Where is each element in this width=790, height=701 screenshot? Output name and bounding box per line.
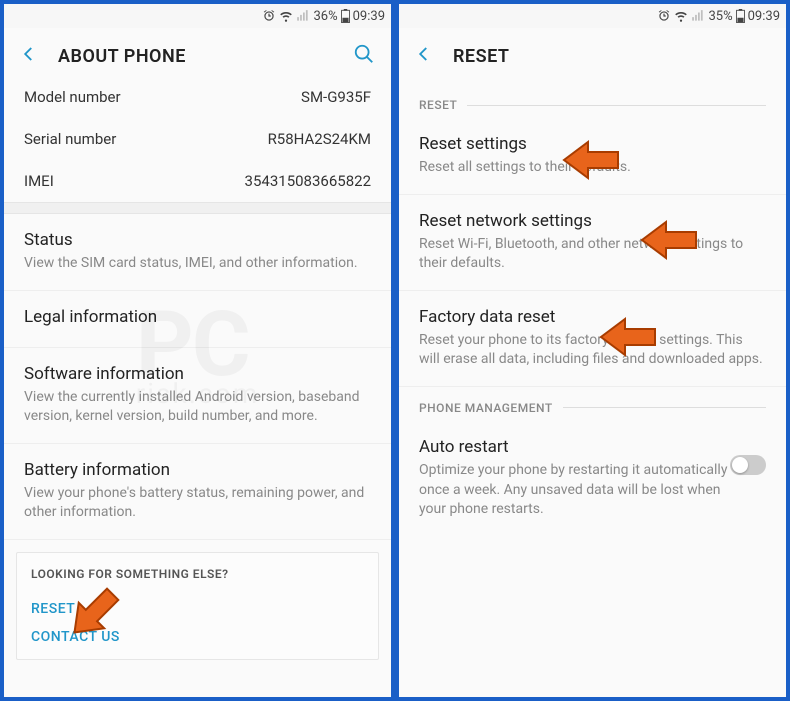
reset-network-item[interactable]: Reset network settings Reset Wi-Fi, Blue… — [399, 195, 786, 291]
model-label: Model number — [24, 88, 121, 106]
wifi-icon — [279, 9, 293, 23]
serial-label: Serial number — [24, 130, 116, 148]
reset-settings-title: Reset settings — [419, 134, 766, 154]
serial-value: R58HA2S24KM — [268, 130, 371, 148]
wifi-icon — [674, 9, 688, 23]
reset-settings-desc: Reset all settings to their defaults. — [419, 158, 766, 178]
reset-link[interactable]: RESET — [31, 595, 364, 623]
factory-reset-item[interactable]: Factory data reset Reset your phone to i… — [399, 291, 786, 387]
legal-item[interactable]: Legal information — [4, 291, 391, 348]
signal-icon — [691, 9, 705, 23]
content-area: RESET Reset settings Reset all settings … — [399, 84, 786, 697]
imei-label: IMEI — [24, 172, 54, 190]
clock: 09:39 — [748, 9, 780, 24]
status-item[interactable]: Status View the SIM card status, IMEI, a… — [4, 214, 391, 291]
alarm-icon — [262, 9, 276, 23]
software-desc: View the currently installed Android ver… — [24, 388, 371, 427]
battery-percent: 35% — [708, 9, 732, 24]
status-desc: View the SIM card status, IMEI, and othe… — [24, 254, 371, 274]
footer-box: LOOKING FOR SOMETHING ELSE? RESET CONTAC… — [16, 552, 379, 660]
content-area: Model number SM-G935F Serial number R58H… — [4, 84, 391, 697]
contact-link[interactable]: CONTACT US — [31, 623, 364, 651]
divider — [4, 202, 391, 214]
auto-restart-title: Auto restart — [419, 437, 730, 457]
model-row[interactable]: Model number SM-G935F — [4, 84, 391, 118]
signal-icon — [296, 9, 310, 23]
app-header: RESET — [399, 28, 786, 84]
back-button[interactable] — [20, 45, 38, 67]
software-title: Software information — [24, 364, 371, 384]
clock: 09:39 — [353, 9, 385, 24]
auto-restart-toggle[interactable] — [730, 455, 766, 475]
search-button[interactable] — [353, 43, 375, 69]
battery-item[interactable]: Battery information View your phone's ba… — [4, 444, 391, 540]
alarm-icon — [657, 9, 671, 23]
factory-reset-desc: Reset your phone to its factory default … — [419, 331, 766, 370]
imei-value: 354315083665822 — [245, 172, 371, 190]
imei-row[interactable]: IMEI 354315083665822 — [4, 160, 391, 202]
status-bar: 36% 09:39 — [4, 4, 391, 28]
reset-settings-item[interactable]: Reset settings Reset all settings to the… — [399, 118, 786, 195]
battery-icon — [341, 9, 350, 23]
page-title: RESET — [453, 46, 770, 67]
app-header: ABOUT PHONE — [4, 28, 391, 84]
battery-icon — [736, 9, 745, 23]
reset-network-desc: Reset Wi-Fi, Bluetooth, and other networ… — [419, 235, 766, 274]
auto-restart-item[interactable]: Auto restart Optimize your phone by rest… — [399, 421, 786, 536]
section-reset: RESET — [399, 84, 786, 118]
battery-desc: View your phone's battery status, remain… — [24, 484, 371, 523]
section-phone-mgmt: PHONE MANAGEMENT — [399, 387, 786, 421]
status-title: Status — [24, 230, 371, 250]
battery-percent: 36% — [313, 9, 337, 24]
factory-reset-title: Factory data reset — [419, 307, 766, 327]
legal-title: Legal information — [24, 307, 371, 327]
back-button[interactable] — [415, 45, 433, 67]
reset-network-title: Reset network settings — [419, 211, 766, 231]
model-value: SM-G935F — [301, 88, 371, 106]
phone-right: 35% 09:39 RESET RESET Reset settings Res… — [397, 2, 788, 699]
footer-heading: LOOKING FOR SOMETHING ELSE? — [31, 567, 364, 581]
auto-restart-desc: Optimize your phone by restarting it aut… — [419, 461, 730, 520]
page-title: ABOUT PHONE — [58, 46, 333, 67]
serial-row[interactable]: Serial number R58HA2S24KM — [4, 118, 391, 160]
phone-left: PC risk.com 36% 09:39 ABOUT PHONE Model … — [2, 2, 393, 699]
status-bar: 35% 09:39 — [399, 4, 786, 28]
software-item[interactable]: Software information View the currently … — [4, 348, 391, 444]
battery-title: Battery information — [24, 460, 371, 480]
